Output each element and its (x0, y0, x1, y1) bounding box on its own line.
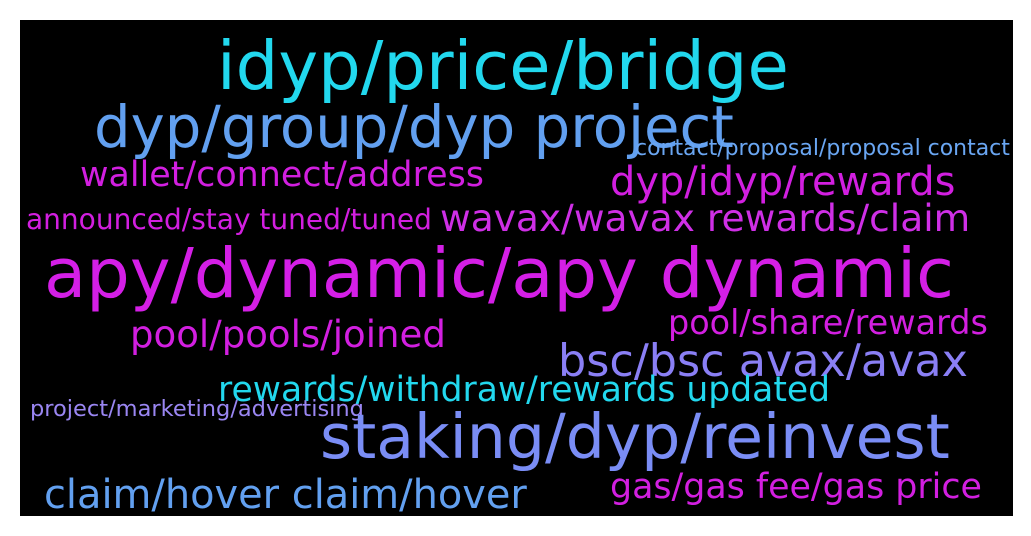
word-contact-proposal-proposal-contact: contact/proposal/proposal contact (635, 136, 1010, 161)
word-pool-share-rewards: pool/share/rewards (668, 303, 988, 342)
word-announced-stay-tuned-tuned: announced/stay tuned/tuned (26, 203, 432, 236)
word-apy-dynamic-apy-dynamic: apy/dynamic/apy dynamic (44, 234, 954, 314)
word-wavax-wavax-rewards-claim: wavax/wavax rewards/claim (440, 196, 971, 240)
word-project-marketing-advertising: project/marketing/advertising (30, 396, 364, 422)
word-staking-dyp-reinvest: staking/dyp/reinvest (320, 401, 950, 473)
word-claim-hover-claim-hover: claim/hover claim/hover (44, 472, 527, 516)
word-wallet-connect-address: wallet/connect/address (80, 155, 484, 195)
word-cloud: idyp/price/bridge dyp/group/dyp project … (20, 20, 1013, 516)
word-pool-pools-joined: pool/pools/joined (130, 313, 446, 356)
word-idyp-price-bridge: idyp/price/bridge (217, 27, 789, 105)
word-gas-gas-fee-gas-price: gas/gas fee/gas price (610, 467, 982, 507)
